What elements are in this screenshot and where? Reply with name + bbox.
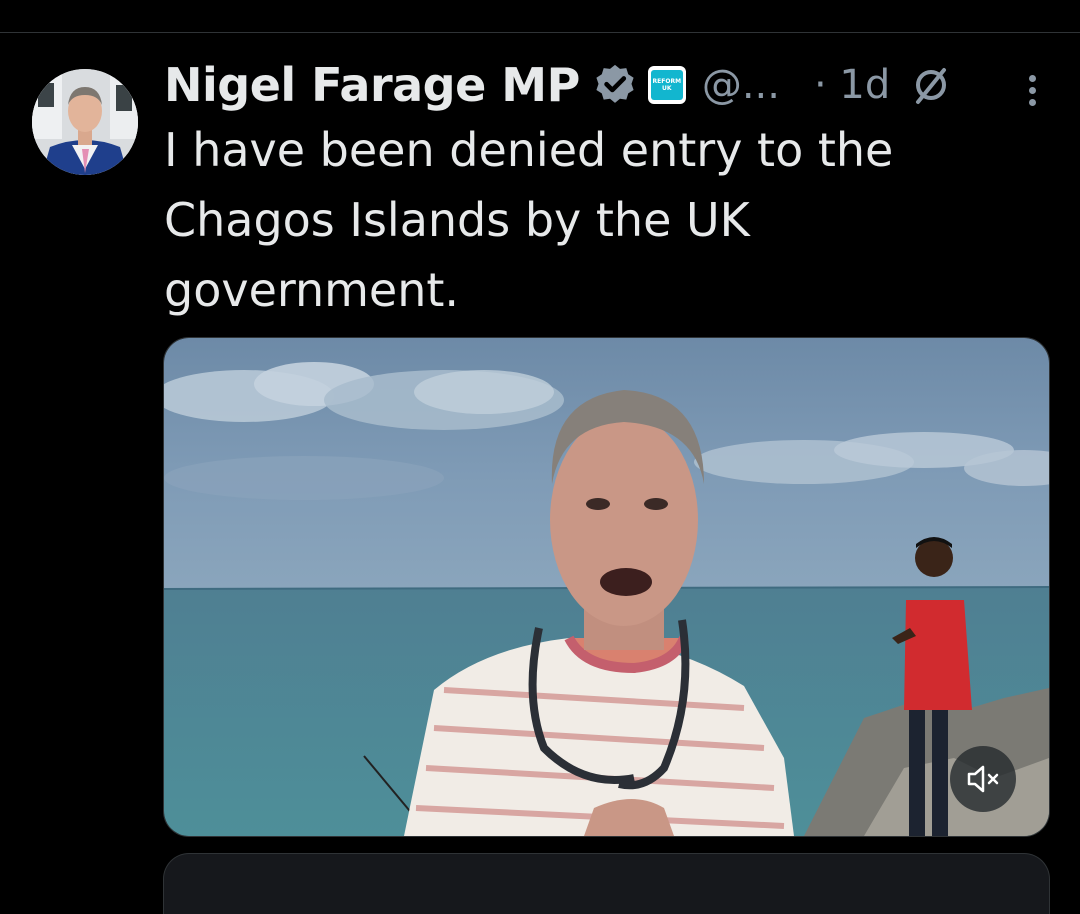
author-handle[interactable]: @... — [702, 62, 780, 108]
slashed-circle-icon — [910, 64, 952, 106]
volume-muted-icon[interactable] — [950, 746, 1016, 812]
top-bar — [0, 0, 1080, 33]
avatar[interactable] — [32, 69, 138, 175]
timestamp[interactable]: · 1d — [814, 62, 890, 108]
reform-uk-badge-icon[interactable]: REFORM UK — [647, 66, 686, 104]
more-options-icon[interactable] — [1022, 71, 1042, 111]
affiliation-text-2: UK — [662, 85, 672, 92]
tweet-video[interactable] — [163, 337, 1050, 837]
tweet[interactable]: Nigel Farage MP REFORM UK @... · 1d I ha… — [0, 33, 1080, 914]
verified-badge-icon[interactable] — [592, 62, 638, 108]
tweet-header: Nigel Farage MP REFORM UK @... · 1d — [164, 55, 952, 115]
quoted-content-card[interactable] — [163, 853, 1050, 914]
affiliation-text-1: REFORM — [652, 78, 682, 85]
tweet-text: I have been denied entry to the Chagos I… — [164, 123, 894, 317]
author-name[interactable]: Nigel Farage MP — [164, 58, 580, 112]
